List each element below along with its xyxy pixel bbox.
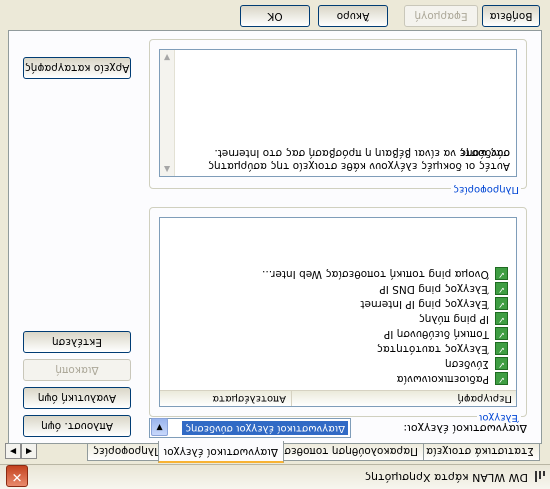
list-item[interactable]: ✓ Έλεγχος ping DNS IP [379,281,508,296]
test-label: Σύνδεση [445,358,489,370]
scroll-down-icon[interactable]: ▼ [160,50,174,64]
wifi-signal-icon [532,470,546,484]
diagnostics-selected-value: Διαγνωστικοί έλεγχοι σύνδεσης [182,421,348,435]
check-icon: ✓ [495,282,508,296]
test-label: Τοπική διεύθυνση IP [383,328,489,340]
chevron-down-icon[interactable]: ▼ [151,418,168,436]
list-item[interactable]: ✓ Σύνδεση [445,356,508,371]
title-bar[interactable]: DW WLAN κάρτα Χρησιμότης ✕ [0,464,550,489]
diagnostics-panel: Διαγνωστικοί έλεγχοι: Διαγνωστικοί έλεγχ… [8,30,542,444]
check-icon: ✓ [495,357,508,371]
list-item[interactable]: ✓ IP ping πύλης [419,311,508,326]
column-header-results[interactable]: Αποτελέσματα [166,391,290,406]
tab-information[interactable]: Πληροφορίες [86,442,168,461]
simple-view-button[interactable]: Απλουστ. όψη [23,415,131,437]
tests-list[interactable]: Περιγραφή Αποτελέσματα ✓ Ραδιοεπικοινωνία… [159,217,517,407]
check-icon: ✓ [495,297,508,311]
info-group-label: Πληροφορίες [451,184,521,195]
apply-button[interactable]: Εφαρμογή [404,5,478,27]
run-button[interactable]: Εκτέλεση [23,331,131,353]
check-icon: ✓ [495,312,508,326]
tests-group-label: Έλεγχοι [477,412,521,423]
test-label: Όνομα ping τοπική τοποθεσίας Web Inter..… [262,268,489,280]
list-item[interactable]: ✓ Τοπική διεύθυνση IP [384,326,508,341]
check-icon: ✓ [495,342,508,356]
tab-diagnostics[interactable]: Διαγνωστικοί έλεγχοι [157,441,284,463]
check-icon: ✓ [495,372,508,386]
test-label: Έλεγχος ping DNS IP [379,283,489,295]
list-item[interactable]: ✓ Έλεγχος ping IP Internet [360,296,508,311]
test-label: Ραδιοεπικοινωνία [396,373,489,385]
list-item[interactable]: ✓ Όνομα ping τοπική τοποθεσίας Web Inter.… [262,266,508,281]
list-item[interactable]: ✓ Έλεγχος ταυτότητας [377,341,508,356]
info-text-area[interactable]: Αυτές οι δοκιμές ελέγχουν κάθε στοιχείο … [159,49,517,177]
diagnostics-select[interactable]: Διαγνωστικοί έλεγχοι σύνδεσης ▼ [149,418,351,438]
tests-list-header: Περιγραφή Αποτελέσματα [160,390,516,406]
dialog-window: DW WLAN κάρτα Χρησιμότης ✕ Στατιστικά στ… [0,0,550,489]
column-header-description[interactable]: Περιγραφή [291,391,516,406]
test-label: Έλεγχος ping IP Internet [360,298,489,310]
check-icon: ✓ [495,327,508,341]
cancel-button[interactable]: Άκυρο [318,5,388,27]
tab-scroll-right-button[interactable]: ▶ [5,443,21,459]
help-button[interactable]: Βοήθεια [482,5,540,27]
scroll-up-icon[interactable]: ▲ [160,162,174,176]
list-item[interactable]: ✓ Ραδιοεπικοινωνία [397,371,508,386]
stop-button[interactable]: Διακοπή [23,359,131,381]
tab-scroll-left-button[interactable]: ◀ [21,443,37,459]
info-text-line-2: σας ώστε να είναι βέβαιη η πρόσβασή σας … [214,147,510,159]
log-file-button[interactable]: Αρχείο καταγραφής [23,57,131,79]
test-label: IP ping πύλης [418,313,489,325]
ok-button[interactable]: OK [240,5,310,27]
tab-statistics[interactable]: Στατιστικά στοιχεία [420,442,540,461]
diagnostics-label: Διαγνωστικοί έλεγχοι: [403,422,527,435]
tab-site-monitor[interactable]: Παρακολούθηση τοποθεσίας [261,442,424,461]
info-scrollbar[interactable]: ▲ ▼ [160,50,175,176]
window-title: DW WLAN κάρτα Χρησιμότης [364,471,528,484]
test-label: Έλεγχος ταυτότητας [376,343,489,355]
analytic-view-button[interactable]: Αναλυτική όψη [23,387,131,409]
check-icon: ✓ [495,267,508,281]
close-button[interactable]: ✕ [6,465,28,487]
